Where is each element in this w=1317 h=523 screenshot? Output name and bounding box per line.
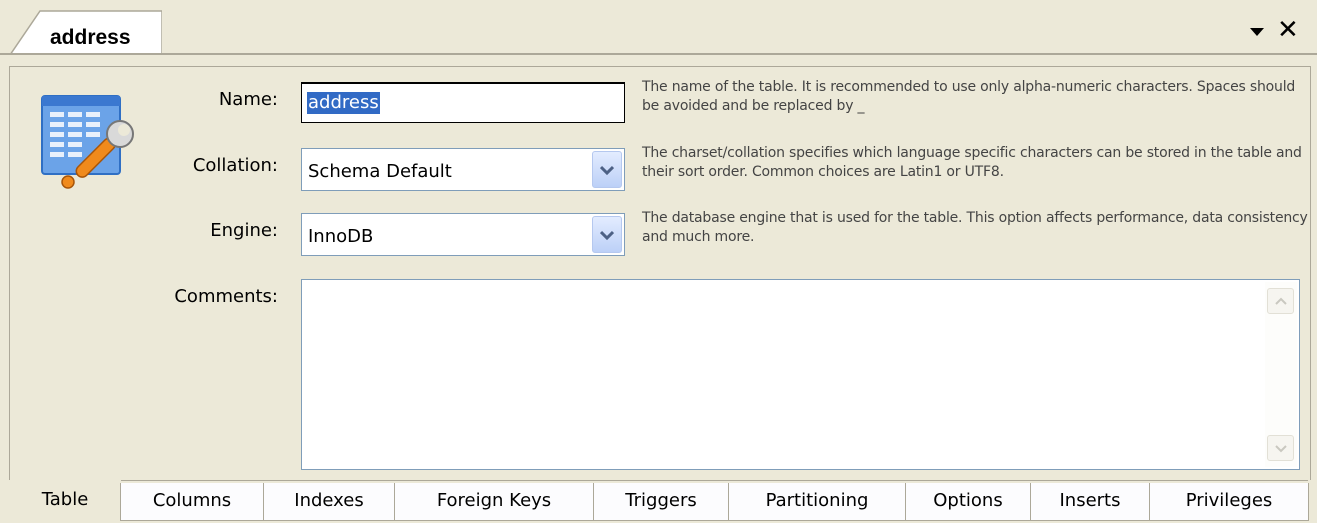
table-name-value: address — [307, 92, 380, 114]
table-name-input[interactable]: address — [301, 82, 625, 123]
engine-help-text: The database engine that is used for the… — [642, 210, 1308, 245]
tab-partitioning[interactable]: Partitioning — [728, 483, 906, 521]
tab-columns[interactable]: Columns — [120, 483, 264, 521]
name-help-text: The name of the table. It is recommended… — [642, 79, 1296, 114]
scroll-up-icon[interactable] — [1267, 288, 1294, 314]
editor-tab-bar: address ✕ — [0, 0, 1317, 56]
tab-indexes[interactable]: Indexes — [263, 483, 395, 521]
tab-privileges[interactable]: Privileges — [1149, 483, 1309, 521]
collation-help-text: The charset/collation specifies which la… — [642, 145, 1302, 180]
tab-triggers[interactable]: Triggers — [593, 483, 729, 521]
tab-options[interactable]: Options — [905, 483, 1031, 521]
tab-inserts[interactable]: Inserts — [1030, 483, 1150, 521]
editor-tab-label: address — [50, 26, 131, 49]
chevron-down-icon[interactable] — [592, 151, 622, 188]
chevron-down-icon[interactable] — [592, 216, 622, 253]
name-label: Name: — [218, 89, 278, 110]
comments-label: Comments: — [174, 286, 278, 307]
bottom-tab-bar: Table Columns Indexes Foreign Keys Trigg… — [0, 480, 1317, 523]
engine-label: Engine: — [210, 220, 278, 241]
engine-value: InnoDB — [308, 226, 374, 247]
engine-select[interactable]: InnoDB — [301, 213, 625, 256]
tab-bar-line — [120, 480, 1308, 481]
tab-bar-divider — [0, 53, 1317, 55]
editor-tab-address[interactable]: address — [10, 10, 162, 55]
scroll-down-icon[interactable] — [1267, 435, 1294, 461]
tab-table[interactable]: Table — [9, 480, 121, 522]
collation-label: Collation: — [192, 155, 278, 176]
collation-value: Schema Default — [308, 161, 452, 182]
collation-select[interactable]: Schema Default — [301, 148, 625, 191]
tab-foreign-keys[interactable]: Foreign Keys — [394, 483, 594, 521]
comments-scrollbar[interactable] — [1265, 282, 1297, 467]
comments-textarea[interactable] — [301, 279, 1300, 470]
close-x-icon[interactable]: ✕ — [1277, 16, 1299, 44]
dropdown-arrow-icon[interactable] — [1248, 24, 1270, 40]
